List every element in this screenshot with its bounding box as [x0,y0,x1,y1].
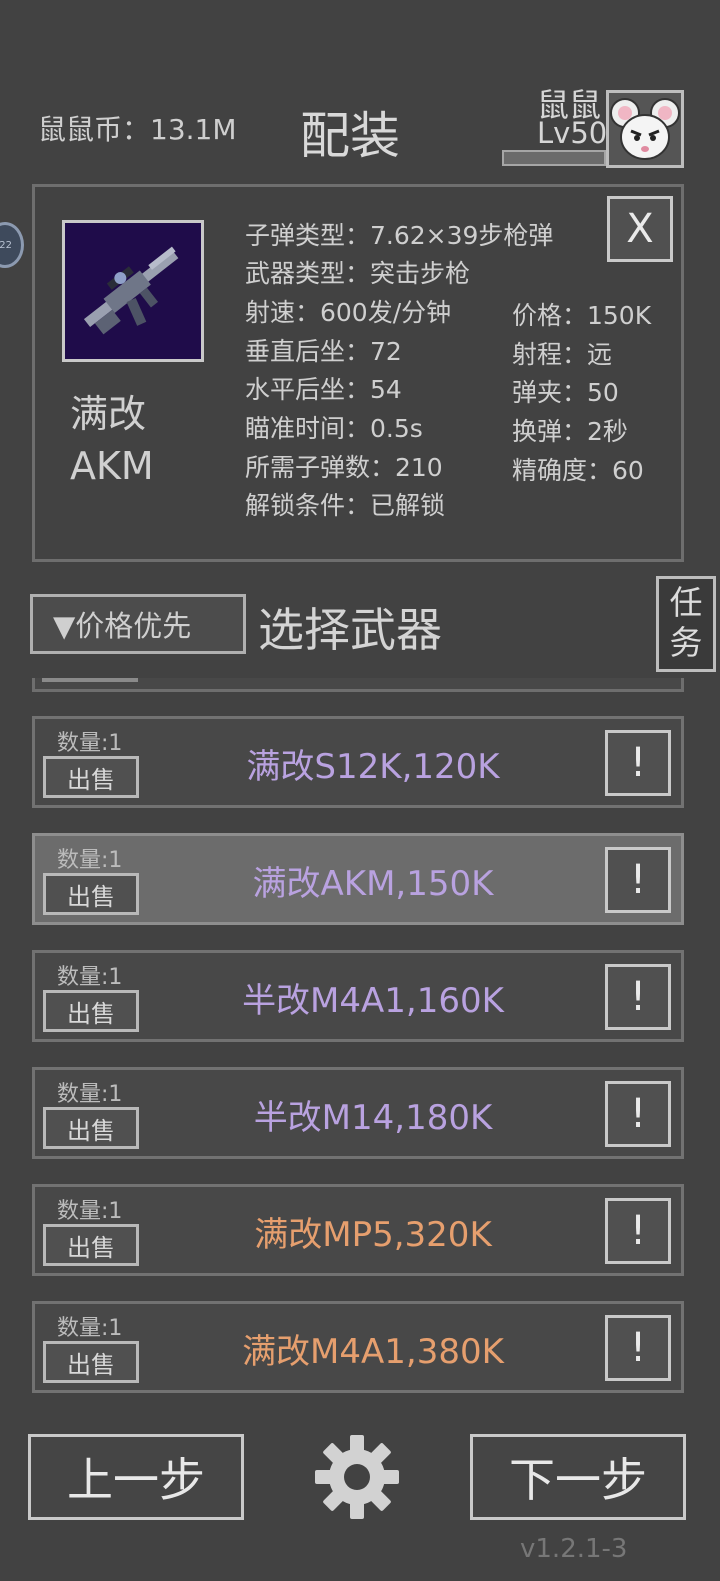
sell-button[interactable]: 出售 [43,990,139,1032]
stat-accuracy: 精确度：60 [512,456,644,485]
weapon-name: 满改AKM [70,392,154,488]
close-button[interactable]: X [607,196,673,262]
quantity-label: 数量:1 [57,731,123,756]
weapon-image [62,220,204,362]
weapon-row[interactable]: 数量:1 出售 满改MP5,320K ! [32,1184,684,1276]
quantity-label: 数量:1 [57,1082,123,1107]
quantity-label: 数量:1 [57,965,123,990]
sort-price-button[interactable]: ▼价格优先 [30,594,246,654]
weapon-row[interactable]: 数量:1 出售 满改S12K,120K ! [32,716,684,808]
sell-button[interactable]: 出售 [43,1224,139,1266]
stat-required-ammo: 所需子弹数：210 [245,453,443,482]
next-step-button[interactable]: 下一步 [470,1434,686,1520]
weapon-row[interactable]: 数量:1 出售 满改M4A1,380K ! [32,1301,684,1393]
player-level: Lv50 [537,116,608,150]
mouse-avatar-icon [610,98,680,160]
weapon-row-selected[interactable]: 数量:1 出售 满改AKM,150K ! [32,833,684,925]
quantity-label: 数量:1 [57,848,123,873]
weapon-row[interactable]: 数量:1 出售 半改M4A1,160K ! [32,950,684,1042]
stat-ammo-type: 子弹类型：7.62×39步枪弹 [245,221,554,250]
weapon-label: 满改MP5,320K [254,1215,492,1255]
info-button[interactable]: ! [605,847,671,913]
experience-bar [502,150,606,166]
weapon-label: 满改AKM,150K [252,864,494,904]
version-label: v1.2.1-3 [520,1534,628,1564]
weapon-label: 半改M4A1,160K [242,981,504,1021]
side-floating-badge[interactable]: 22 [0,222,24,268]
stat-fire-rate: 射速：600发/分钟 [245,298,452,327]
sell-button[interactable]: 出售 [43,756,139,798]
sell-button[interactable]: 出售 [43,1341,139,1383]
rifle-icon [83,246,179,335]
weapon-label: 满改S12K,120K [246,747,500,787]
settings-button[interactable] [314,1434,400,1520]
select-weapon-heading: 选择武器 [258,603,442,657]
info-button[interactable]: ! [605,1081,671,1147]
page-title: 配装 [300,107,400,165]
info-button[interactable]: ! [605,730,671,796]
previous-step-button[interactable]: 上一步 [28,1434,244,1520]
side-badge-text: 22 [0,239,12,251]
sell-button[interactable]: 出售 [43,873,139,915]
info-button[interactable]: ! [605,964,671,1030]
quantity-label: 数量:1 [57,1316,123,1341]
quantity-label: 数量:1 [57,1199,123,1224]
sell-button[interactable]: 出售 [43,1107,139,1149]
stat-aim-time: 瞄准时间：0.5s [245,414,423,443]
stat-reload: 换弹：2秒 [512,417,628,446]
info-button[interactable]: ! [605,1198,671,1264]
weapon-label: 半改M14,180K [253,1098,493,1138]
stat-price: 价格：150K [512,301,652,330]
info-button[interactable]: ! [605,1315,671,1381]
gear-icon [315,1435,399,1519]
stat-range: 射程：远 [512,340,613,369]
stat-horizontal-recoil: 水平后坐：54 [245,375,402,404]
stat-unlock-condition: 解锁条件：已解锁 [245,491,446,520]
coin-balance: 鼠鼠币：13.1M [38,113,237,146]
task-button[interactable]: 任务 [656,576,716,672]
stat-magazine: 弹夹：50 [512,378,619,407]
weapon-row[interactable]: 数量:1 出售 半改M14,180K ! [32,1067,684,1159]
stat-vertical-recoil: 垂直后坐：72 [245,337,402,366]
stat-weapon-type: 武器类型：突击步枪 [245,259,471,288]
avatar[interactable] [606,90,684,168]
weapon-label: 满改M4A1,380K [242,1332,504,1372]
sell-button-partial [42,678,138,682]
